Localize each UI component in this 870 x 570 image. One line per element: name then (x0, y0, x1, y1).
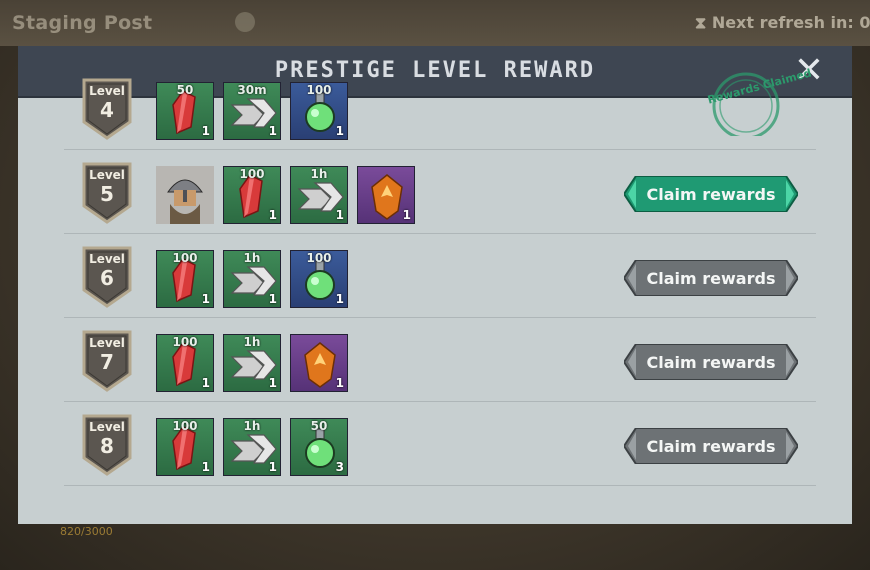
level-label: Level (89, 84, 125, 98)
item-quantity: 1 (335, 208, 344, 222)
row-divider (64, 485, 816, 486)
level-number: 6 (100, 266, 114, 290)
item-quantity: 1 (268, 208, 277, 222)
claim-rewards-button[interactable]: Claim rewards (624, 260, 798, 296)
claim-rewards-button[interactable]: Claim rewards (624, 344, 798, 380)
reward-row-level-5: Level 5 100 1 1h 1 1 Claim rewards (64, 150, 816, 234)
red-crystal-item[interactable]: 50 1 (156, 82, 214, 140)
level-badge: Level 4 (80, 78, 134, 140)
potion-item[interactable]: 100 1 (290, 250, 348, 308)
item-quantity: 1 (201, 124, 210, 138)
potion-item[interactable]: 50 3 (290, 418, 348, 476)
level-number: 8 (100, 434, 114, 458)
speedup-arrows-item[interactable]: 1h 1 (223, 250, 281, 308)
reward-row-level-6: Level 6 100 1 1h 1 100 1 Claim rewards (64, 234, 816, 318)
item-amount: 1h (243, 419, 261, 433)
amber-gem-item[interactable]: 1 (357, 166, 415, 224)
item-amount: 100 (172, 419, 198, 433)
staging-post-title: Staging Post (12, 12, 153, 34)
item-quantity: 1 (201, 292, 210, 306)
speedup-arrows-item[interactable]: 1h 1 (290, 166, 348, 224)
resource-progress: 820/3000 (60, 525, 113, 538)
reward-list: Level 4 50 1 30m 1 100 1 Rewards Claimed Level 5 10… (18, 66, 852, 524)
claim-rewards-label: Claim rewards (646, 269, 776, 288)
level-label: Level (89, 420, 125, 434)
level-number: 7 (100, 350, 114, 374)
level-badge: Level 8 (80, 414, 134, 476)
potion-item[interactable]: 100 1 (290, 82, 348, 140)
rewards-claimed-stamp: Rewards Claimed (684, 66, 813, 140)
prestige-reward-modal: PRESTIGE LEVEL REWARD ✕ Level 4 50 1 30m 1 100… (18, 46, 852, 524)
item-amount: 30m (237, 83, 267, 97)
reward-row-level-7: Level 7 100 1 1h 1 1 Claim rewards (64, 318, 816, 402)
item-quantity: 1 (335, 376, 344, 390)
red-crystal-item[interactable]: 100 1 (156, 250, 214, 308)
reward-row-level-8: Level 8 100 1 1h 1 50 3 Claim rewards (64, 402, 816, 486)
level-label: Level (89, 252, 125, 266)
red-crystal-item[interactable]: 100 1 (156, 418, 214, 476)
level-badge: Level 7 (80, 330, 134, 392)
item-amount: 1h (310, 167, 328, 181)
item-quantity: 1 (402, 208, 411, 222)
refresh-text: Next refresh in: 07: (711, 13, 870, 32)
level-label: Level (89, 336, 125, 350)
claim-rewards-label: Claim rewards (646, 353, 776, 372)
item-amount: 1h (243, 251, 261, 265)
speedup-arrows-item[interactable]: 1h 1 (223, 418, 281, 476)
item-quantity: 3 (335, 460, 344, 474)
viking-portrait-item[interactable] (156, 166, 214, 224)
claim-rewards-label: Claim rewards (646, 437, 776, 456)
item-amount: 50 (176, 83, 194, 97)
item-quantity: 1 (268, 292, 277, 306)
speedup-arrows-item[interactable]: 1h 1 (223, 334, 281, 392)
level-badge: Level 5 (80, 162, 134, 224)
item-amount: 100 (306, 251, 332, 265)
item-quantity: 1 (268, 376, 277, 390)
claim-rewards-button[interactable]: Claim rewards (624, 428, 798, 464)
item-quantity: 1 (268, 460, 277, 474)
item-quantity: 1 (201, 460, 210, 474)
speedup-arrows-item[interactable]: 30m 1 (223, 82, 281, 140)
item-quantity: 1 (201, 376, 210, 390)
level-label: Level (89, 168, 125, 182)
amber-gem-item[interactable]: 1 (290, 334, 348, 392)
item-amount: 100 (172, 335, 198, 349)
reward-row-level-4: Level 4 50 1 30m 1 100 1 Rewards Claimed (64, 66, 816, 150)
item-quantity: 1 (268, 124, 277, 138)
info-icon (235, 12, 255, 32)
refresh-timer: ⧗ Next refresh in: 07: (695, 13, 870, 33)
viking-portrait-icon (156, 166, 214, 224)
claim-rewards-label: Claim rewards (646, 185, 776, 204)
item-amount: 100 (306, 83, 332, 97)
item-amount: 1h (243, 335, 261, 349)
level-number: 5 (100, 182, 114, 206)
claim-rewards-button[interactable]: Claim rewards (624, 176, 798, 212)
item-amount: 100 (239, 167, 265, 181)
level-badge: Level 6 (80, 246, 134, 308)
level-number: 4 (100, 98, 114, 122)
item-quantity: 1 (335, 124, 344, 138)
red-crystal-item[interactable]: 100 1 (223, 166, 281, 224)
item-quantity: 1 (335, 292, 344, 306)
red-crystal-item[interactable]: 100 1 (156, 334, 214, 392)
item-amount: 100 (172, 251, 198, 265)
item-amount: 50 (310, 419, 328, 433)
